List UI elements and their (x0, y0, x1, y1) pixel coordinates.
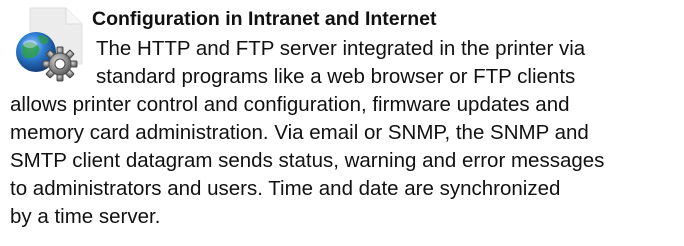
globe-with-gear-icon (8, 6, 90, 88)
body-line-4: memory card administration. Via email or… (10, 121, 589, 144)
body-line-3: allows printer control and configuration… (10, 93, 570, 116)
globe-with-gear-graphic (16, 7, 83, 82)
body-line-2: standard programs like a web browser or … (96, 65, 576, 88)
feature-section: Configuration in Intranet and Internet T… (0, 0, 684, 246)
body-line-6: to administrators and users. Time and da… (10, 177, 561, 200)
body-line-1: The HTTP and FTP server integrated in th… (96, 37, 586, 60)
section-title: Configuration in Intranet and Internet (92, 8, 437, 30)
body-line-7: by a time server. (10, 205, 161, 228)
body-line-5: SMTP client datagram sends status, warni… (10, 149, 605, 172)
